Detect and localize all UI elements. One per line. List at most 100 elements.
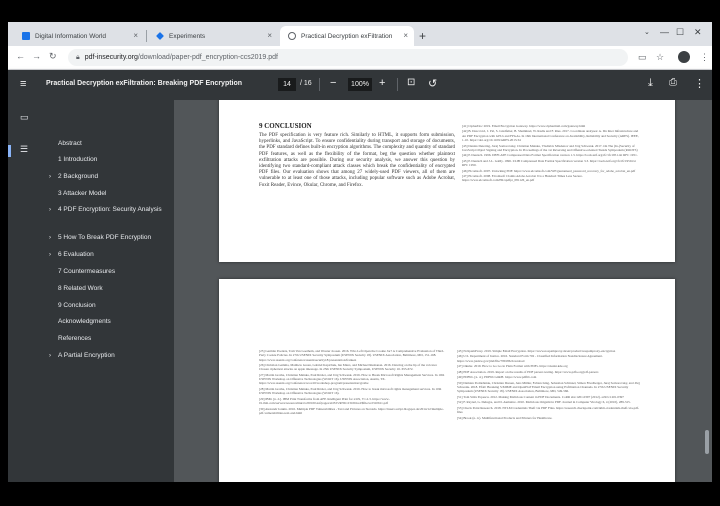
reference-entry: [49] PDFlib. [n. d.]. PDFlib GmbH. https… bbox=[457, 375, 537, 380]
outline-item-abstract[interactable]: Abstract bbox=[58, 139, 170, 149]
pdf-document-area[interactable]: 9 CONCLUSION The PDF specification is ve… bbox=[174, 100, 712, 482]
outline-item-label: Abstract bbox=[58, 140, 82, 147]
outline-item-partial-encryption[interactable]: › A Partial Encryption bbox=[49, 351, 170, 361]
thumbnails-icon[interactable]: ▭ bbox=[20, 112, 29, 123]
close-tab-icon[interactable]: × bbox=[403, 31, 408, 40]
toolbar-divider bbox=[397, 78, 398, 91]
maximize-icon[interactable]: ☐ bbox=[676, 27, 684, 38]
reload-icon[interactable]: ↻ bbox=[49, 51, 57, 62]
conclusion-paragraph: The PDF specification is very feature ri… bbox=[259, 133, 455, 188]
outline-item-label: 3 Attacker Model bbox=[58, 190, 107, 197]
reference-entry: [45] P. Deutsch and J-L. Gailly. 1996. Z… bbox=[462, 158, 636, 168]
outline-item-label: References bbox=[58, 335, 92, 342]
outline-item-label: 7 Countermeasures bbox=[58, 268, 116, 275]
browser-menu-icon[interactable]: ⋮ bbox=[700, 52, 709, 63]
reference-entry: [48] PDF Association. 2019. Report on th… bbox=[457, 369, 599, 374]
tab-title: Practical Decryption exFiltration bbox=[301, 32, 393, 40]
new-tab-button[interactable]: + bbox=[419, 29, 426, 43]
pdf-toolbar: ≡ Practical Decryption exFiltration: Bre… bbox=[8, 70, 712, 100]
reference-entry: [28] Martin Grothe, Christian Mainka, Pa… bbox=[259, 386, 442, 396]
reference-entry: [29] IBM. [n. d.]. IBM Print Transforms … bbox=[259, 396, 390, 406]
tab-separator bbox=[146, 30, 147, 42]
outline-item-attacker-model[interactable]: 3 Attacker Model bbox=[58, 189, 170, 199]
browser-toolbar: ← → ↻ 🔒︎ pdf-insecurity.org/download/pap… bbox=[8, 46, 712, 70]
reference-entry: [44] P. Deutsch. 1996. DEFLATE Compresse… bbox=[462, 153, 638, 158]
url-path: /download/paper-pdf_encryption-ccs2019.p… bbox=[137, 54, 278, 61]
browser-window: Digital Information World × Experiments … bbox=[8, 22, 712, 482]
active-indicator bbox=[8, 145, 11, 157]
tab-strip: Digital Information World × Experiments … bbox=[8, 22, 712, 46]
vertical-scrollbar[interactable] bbox=[704, 104, 710, 478]
outline-item-label: 9 Conclusion bbox=[58, 302, 96, 309]
outline-item-evaluation[interactable]: › 6 Evaluation bbox=[49, 250, 170, 260]
zoom-out-icon[interactable]: − bbox=[330, 77, 336, 89]
close-tab-icon[interactable]: × bbox=[267, 31, 272, 40]
reference-list: [41] CipherDoc 2019. Email Encryption Ga… bbox=[462, 124, 642, 184]
tab-search-icon[interactable]: ⌄ bbox=[644, 28, 650, 36]
chevron-right-icon[interactable]: › bbox=[49, 233, 51, 243]
chevron-right-icon[interactable]: › bbox=[49, 351, 51, 361]
reference-entry: [51] Tom Stitts Popescu. 2012. Making Ma… bbox=[457, 394, 624, 399]
minimize-icon[interactable]: — bbox=[660, 27, 669, 37]
chevron-right-icon[interactable]: › bbox=[49, 205, 51, 215]
outline-item-label: 6 Evaluation bbox=[58, 251, 94, 258]
reference-entry: [25] Germán Poeders, Tom Van Goethem, an… bbox=[259, 349, 445, 362]
bookmark-star-icon[interactable]: ☆ bbox=[656, 52, 664, 63]
reference-list: [25] Germán Poeders, Tom Van Goethem, an… bbox=[259, 349, 445, 416]
page-total: / 16 bbox=[300, 80, 312, 87]
outline-item-label: Acknowledgments bbox=[58, 318, 111, 325]
download-icon[interactable]: ⤓ bbox=[648, 77, 653, 90]
reference-entry: [47] Elcomsoft. 2008. Elcomsoft Claims A… bbox=[462, 174, 583, 183]
profile-avatar-icon[interactable] bbox=[678, 51, 690, 63]
reference-list: [45] NoSpamProxy. 2019. Simple Email Enc… bbox=[457, 349, 643, 421]
outline-item-related-work[interactable]: 8 Related Work bbox=[58, 284, 170, 294]
document-outline-icon[interactable]: ☰ bbox=[20, 144, 28, 155]
tab-title: Experiments bbox=[169, 32, 206, 40]
outline-item-conclusion[interactable]: 9 Conclusion bbox=[58, 301, 170, 311]
back-icon[interactable]: ← bbox=[16, 51, 25, 61]
reference-entry: [30] Alexandr Ionkin. 2016. Multiple PDF… bbox=[259, 406, 444, 415]
fit-to-page-icon[interactable]: ⊡ bbox=[407, 77, 415, 88]
outline-item-introduction[interactable]: 1 Introduction bbox=[58, 155, 170, 165]
outline-item-label: A Partial Encryption bbox=[58, 352, 115, 359]
print-icon[interactable]: ⎙ bbox=[669, 77, 677, 88]
outline-item-acknowledgments[interactable]: Acknowledgments bbox=[58, 317, 170, 327]
outline-item-how-to-break[interactable]: › 5 How To Break PDF Encryption bbox=[49, 233, 170, 243]
outline-item-countermeasures[interactable]: 7 Countermeasures bbox=[58, 267, 170, 277]
document-outline: Abstract 1 Introduction › 2 Background 3 … bbox=[42, 100, 174, 482]
zoom-level-input[interactable]: 100% bbox=[348, 78, 372, 91]
chevron-right-icon[interactable]: › bbox=[49, 172, 51, 182]
pdf-page-15: [25] Germán Poeders, Tom Van Goethem, an… bbox=[219, 279, 675, 482]
hamburger-menu-icon[interactable]: ≡ bbox=[20, 78, 26, 90]
address-bar[interactable]: 🔒︎ pdf-insecurity.org/download/paper-pdf… bbox=[68, 49, 628, 66]
pdf-page-14: 9 CONCLUSION The PDF specification is ve… bbox=[219, 100, 675, 262]
tab-digital-information-world[interactable]: Digital Information World × bbox=[14, 26, 144, 46]
tab-practical-decryption[interactable]: Practical Decryption exFiltration × bbox=[280, 26, 414, 46]
reference-entry: [43] Dennis Detering, Juraj Somorovsky, … bbox=[462, 143, 638, 152]
close-window-icon[interactable]: ✕ bbox=[694, 27, 702, 38]
zoom-in-icon[interactable]: + bbox=[379, 77, 385, 89]
outline-item-pdf-encryption-analysis[interactable]: › 4 PDF Encryption: Security Analysis bbox=[49, 205, 170, 215]
tab-experiments[interactable]: Experiments × bbox=[148, 26, 278, 46]
tab-favicon-icon bbox=[156, 32, 164, 40]
more-actions-icon[interactable]: ⋮ bbox=[694, 77, 705, 90]
pdf-document-title: Practical Decryption exFiltration: Break… bbox=[46, 80, 243, 87]
forward-icon[interactable]: → bbox=[32, 51, 41, 61]
toolbar-divider bbox=[319, 78, 320, 91]
reference-entry: [27] Martin Grothe, Christian Mainka, Pa… bbox=[259, 372, 445, 386]
reference-entry: [46] Elcomsoft. 2007. Unlocking PDF. htt… bbox=[462, 168, 636, 173]
page-number-input[interactable]: 14 bbox=[278, 78, 296, 91]
lock-icon[interactable]: 🔒︎ bbox=[76, 54, 80, 62]
reference-entry: [54] Brook (n. d.). Multifunctional Prod… bbox=[457, 415, 553, 420]
chevron-right-icon[interactable]: › bbox=[49, 250, 51, 260]
scrollbar-thumb[interactable] bbox=[705, 430, 709, 454]
reference-entry: [53] Check Point Research. 2018. NTLM Cr… bbox=[457, 405, 640, 415]
outline-item-label: 8 Related Work bbox=[58, 285, 103, 292]
outline-item-background[interactable]: › 2 Background bbox=[49, 172, 170, 182]
outline-item-references[interactable]: References bbox=[58, 334, 170, 344]
install-app-icon[interactable]: ▭ bbox=[638, 52, 647, 63]
section-heading: 9 CONCLUSION bbox=[259, 122, 312, 130]
close-tab-icon[interactable]: × bbox=[133, 31, 138, 40]
outline-item-label: 4 PDF Encryption: Security Analysis bbox=[58, 206, 162, 213]
rotate-icon[interactable]: ↺ bbox=[428, 77, 437, 90]
